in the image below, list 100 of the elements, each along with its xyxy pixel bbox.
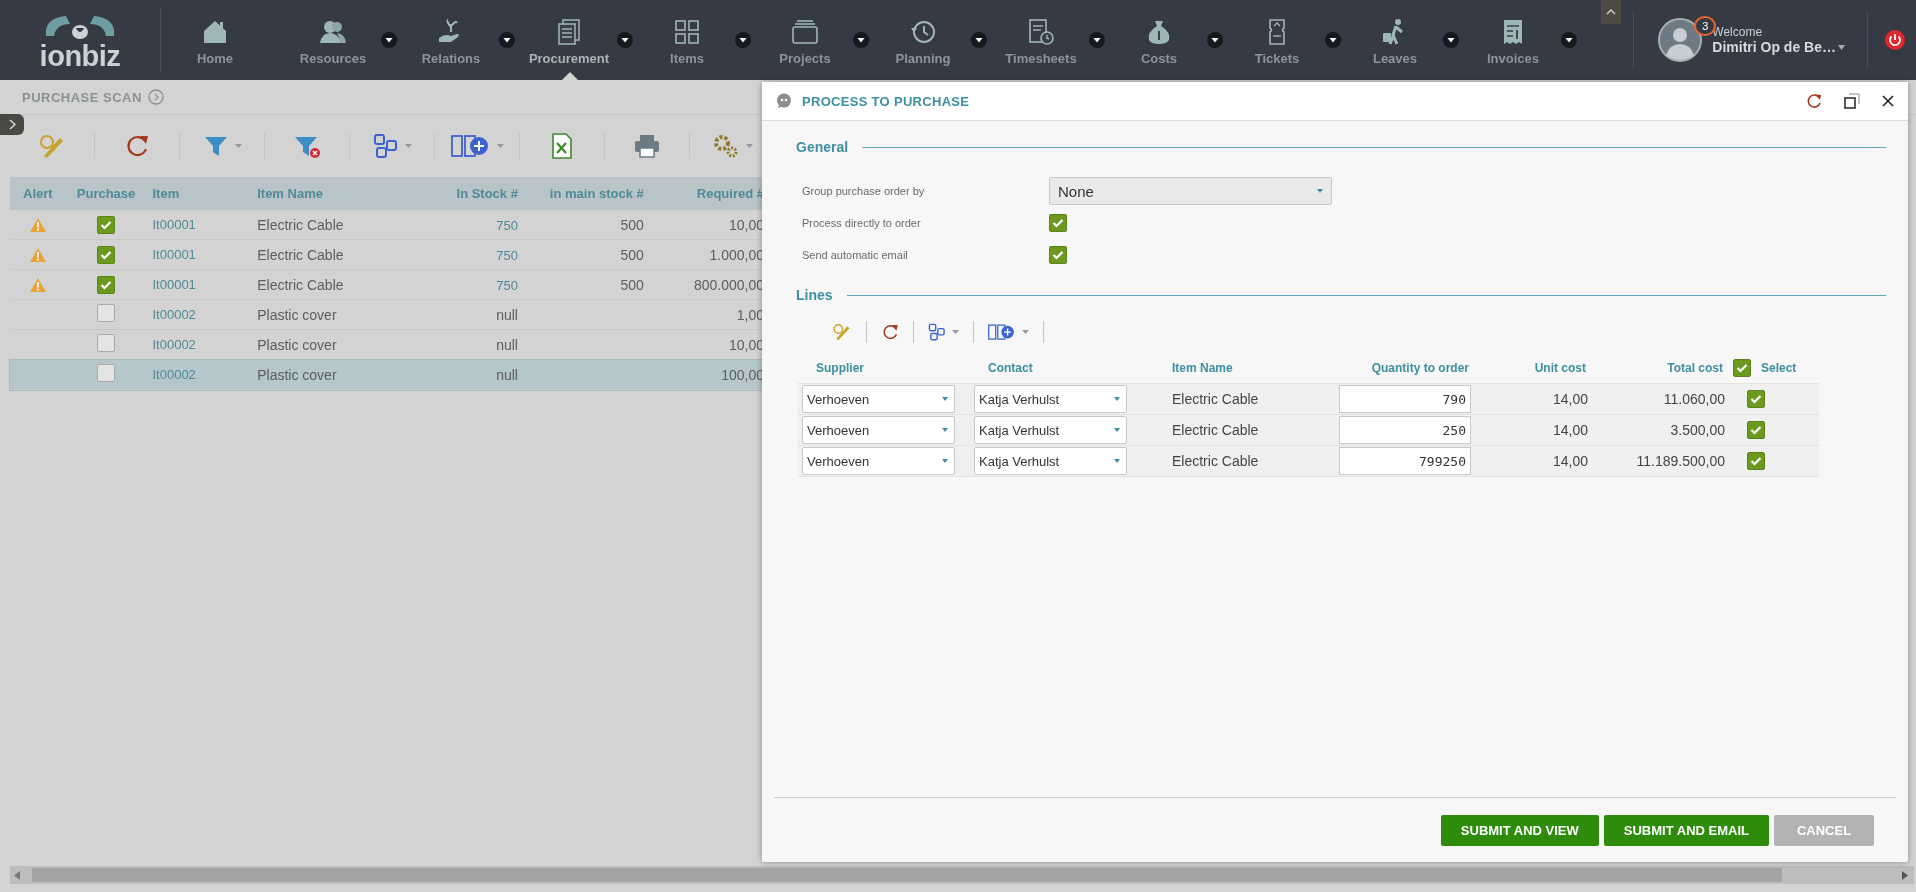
- nav-item[interactable]: Items: [639, 14, 735, 66]
- checkbox[interactable]: [1747, 452, 1765, 470]
- item-link[interactable]: It00001: [152, 217, 196, 232]
- caret-icon[interactable]: [1089, 32, 1105, 48]
- checkbox[interactable]: [97, 304, 116, 322]
- checkbox[interactable]: [97, 275, 116, 294]
- caret-icon[interactable]: [499, 32, 515, 48]
- arrow-left-icon: [14, 870, 20, 880]
- chevron-right-icon: [8, 119, 16, 130]
- grouping-icon: [927, 322, 946, 342]
- caret-icon[interactable]: [853, 32, 869, 48]
- action-button[interactable]: SUBMIT AND EMAIL: [1603, 814, 1769, 846]
- nav-item[interactable]: Relations: [403, 14, 499, 66]
- column-header[interactable]: In Stock #: [436, 177, 524, 210]
- checkbox[interactable]: [97, 215, 116, 234]
- column-header[interactable]: Alert: [10, 177, 66, 210]
- column-header[interactable]: Quantity to order: [1371, 361, 1469, 375]
- column-header[interactable]: Contact: [988, 361, 1033, 375]
- horizontal-scrollbar[interactable]: [10, 866, 1914, 884]
- nav-item[interactable]: Costs: [1111, 14, 1207, 66]
- home-icon: [201, 18, 229, 46]
- sidebar-expander[interactable]: [0, 114, 24, 135]
- checkbox[interactable]: [97, 245, 116, 264]
- maximize-icon[interactable]: [1844, 93, 1860, 109]
- grid-icon: [673, 18, 701, 46]
- quantity-field[interactable]: 250: [1339, 416, 1471, 444]
- caret-icon[interactable]: [1325, 32, 1341, 48]
- checkbox[interactable]: [1049, 246, 1067, 264]
- item-link[interactable]: It00002: [152, 307, 196, 322]
- column-header[interactable]: Supplier: [816, 361, 864, 375]
- collapse-button[interactable]: [1601, 0, 1622, 24]
- caret-icon[interactable]: [617, 32, 633, 48]
- action-button[interactable]: CANCEL: [1774, 814, 1874, 846]
- column-header[interactable]: Item Name: [251, 177, 437, 210]
- nav-item[interactable]: Home: [167, 14, 263, 66]
- item-link[interactable]: It00001: [152, 247, 196, 262]
- stock-link[interactable]: 750: [496, 247, 518, 263]
- dropdown-field[interactable]: None: [1049, 177, 1332, 205]
- column-header[interactable]: in main stock #: [523, 177, 650, 210]
- quantity-field[interactable]: 799250: [1339, 447, 1471, 475]
- column-header[interactable]: Total cost: [1667, 361, 1723, 375]
- caret-icon: [496, 144, 504, 148]
- dropdown-field[interactable]: Katja Verhulst: [974, 416, 1127, 444]
- table-cell: 3.500,00: [1670, 422, 1725, 438]
- spreadsheet-icon: [551, 133, 573, 159]
- stock-link[interactable]: 750: [496, 277, 518, 293]
- dropdown-field[interactable]: Verhoeven: [802, 416, 955, 444]
- caret-icon[interactable]: [1561, 32, 1577, 48]
- stock-link[interactable]: 750: [496, 217, 518, 233]
- caret-icon[interactable]: [1207, 32, 1223, 48]
- nav-item[interactable]: Projects: [757, 14, 853, 66]
- dropdown-field[interactable]: Verhoeven: [802, 385, 955, 413]
- documents-icon: [555, 18, 583, 46]
- item-link[interactable]: It00001: [152, 277, 196, 292]
- refresh-icon[interactable]: [1806, 93, 1822, 109]
- nav-item[interactable]: Tickets: [1229, 14, 1325, 66]
- column-header[interactable]: Item: [146, 177, 252, 210]
- dropdown-field[interactable]: Katja Verhulst: [974, 385, 1127, 413]
- action-button[interactable]: SUBMIT AND VIEW: [1440, 814, 1599, 846]
- caret-icon[interactable]: [1443, 32, 1459, 48]
- caret-icon[interactable]: [381, 32, 397, 48]
- power-icon[interactable]: [1884, 29, 1906, 51]
- caret-icon: [942, 459, 948, 463]
- table-cell: 500: [620, 216, 644, 233]
- table-cell: null: [496, 366, 518, 383]
- edit-pencil-icon: [38, 132, 66, 160]
- caret-icon[interactable]: [735, 32, 751, 48]
- dropdown-field[interactable]: Verhoeven: [802, 447, 955, 475]
- column-header[interactable]: Select: [1761, 361, 1797, 375]
- nav-item[interactable]: Planning: [875, 14, 971, 66]
- checkbox[interactable]: [97, 334, 116, 352]
- settings-icon: [711, 133, 740, 159]
- checkbox[interactable]: [1733, 359, 1751, 377]
- column-header[interactable]: Unit cost: [1534, 361, 1586, 375]
- caret-icon[interactable]: [971, 32, 987, 48]
- item-link[interactable]: It00002: [152, 367, 196, 382]
- nav-item[interactable]: Timesheets: [993, 14, 1089, 66]
- checkbox[interactable]: [97, 364, 116, 382]
- nav-item[interactable]: Procurement: [521, 14, 617, 66]
- quantity-field[interactable]: 790: [1339, 385, 1471, 413]
- caret-icon: [1114, 428, 1120, 432]
- arrow-right-icon: [1902, 870, 1908, 880]
- column-header[interactable]: Item Name: [1172, 361, 1233, 375]
- user-name[interactable]: Dimitri Op de Be…: [1712, 39, 1836, 55]
- checkbox[interactable]: [1747, 421, 1765, 439]
- table-cell: Plastic cover: [257, 306, 337, 323]
- item-link[interactable]: It00002: [152, 337, 196, 352]
- scrollbar-thumb[interactable]: [32, 868, 1782, 882]
- close-icon[interactable]: [1882, 95, 1894, 107]
- column-header[interactable]: Purchase: [65, 177, 147, 210]
- dropdown-field[interactable]: Katja Verhulst: [974, 447, 1127, 475]
- table-cell: 500: [620, 276, 644, 293]
- nav-item[interactable]: Invoices: [1465, 14, 1561, 66]
- nav-item[interactable]: Resources: [285, 14, 381, 66]
- page-title: PURCHASE SCAN: [22, 89, 142, 105]
- checkbox[interactable]: [1747, 390, 1765, 408]
- check-icon: [1052, 218, 1064, 228]
- checkbox[interactable]: [1049, 214, 1067, 232]
- nav-item[interactable]: Leaves: [1347, 14, 1443, 66]
- field-label: Group purchase order by: [802, 184, 926, 199]
